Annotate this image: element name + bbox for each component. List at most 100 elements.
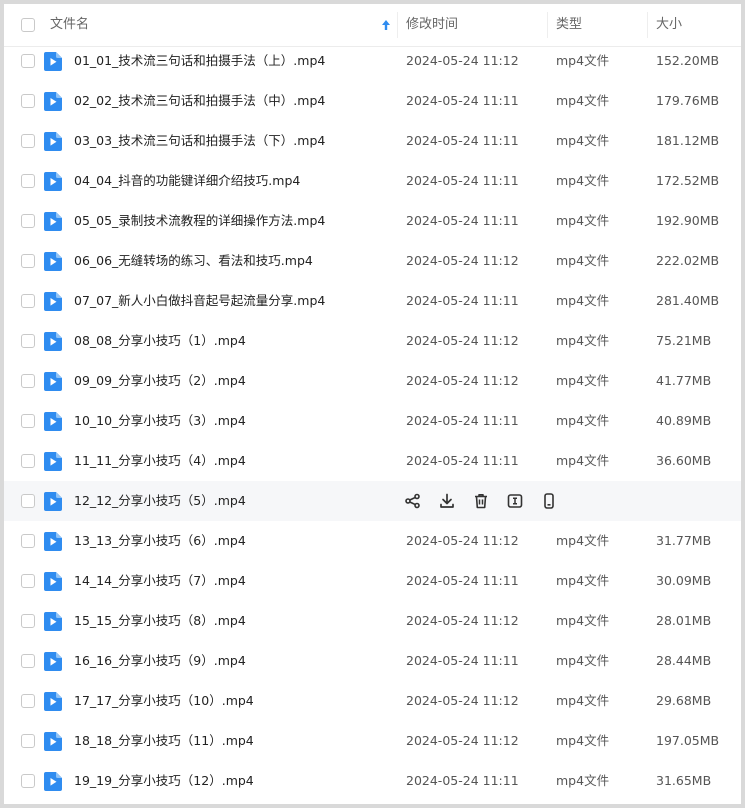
- video-file-icon: [44, 132, 62, 151]
- table-row[interactable]: 07_07_新人小白做抖音起号起流量分享.mp4 2024-05-24 11:11…: [4, 281, 741, 321]
- file-size: 75.21MB: [656, 333, 712, 348]
- table-row[interactable]: 02_02_技术流三句话和拍摄手法（中）.mp4 2024-05-24 11:11…: [4, 81, 741, 121]
- file-type: mp4文件: [556, 693, 610, 708]
- video-file-icon: [44, 332, 62, 351]
- row-checkbox[interactable]: [21, 94, 35, 108]
- row-checkbox[interactable]: [21, 374, 35, 388]
- file-name[interactable]: 03_03_技术流三句话和拍摄手法（下）.mp4: [74, 121, 325, 161]
- column-header-size[interactable]: 大小: [656, 4, 682, 46]
- table-row[interactable]: 19_19_分享小技巧（12）.mp4 2024-05-24 11:11 mp4文件…: [4, 761, 741, 801]
- table-row[interactable]: 18_18_分享小技巧（11）.mp4 2024-05-24 11:12 mp4文件…: [4, 721, 741, 761]
- column-header-date[interactable]: 修改时间: [406, 4, 458, 46]
- video-file-icon: [44, 532, 62, 551]
- file-name[interactable]: 12_12_分享小技巧（5）.mp4: [74, 481, 246, 521]
- modified-time: 2024-05-24 11:12: [406, 373, 519, 388]
- file-name[interactable]: 18_18_分享小技巧（11）.mp4: [74, 721, 254, 761]
- table-row[interactable]: 08_08_分享小技巧（1）.mp4 2024-05-24 11:12 mp4文件 7…: [4, 321, 741, 361]
- video-file-icon: [44, 612, 62, 631]
- table-row[interactable]: 10_10_分享小技巧（3）.mp4 2024-05-24 11:11 mp4文件 4…: [4, 401, 741, 441]
- row-checkbox[interactable]: [21, 454, 35, 468]
- row-checkbox[interactable]: [21, 734, 35, 748]
- row-checkbox[interactable]: [21, 54, 35, 68]
- file-size: 197.05MB: [656, 733, 720, 748]
- video-file-icon: [44, 52, 62, 71]
- video-file-icon: [44, 492, 62, 511]
- row-checkbox[interactable]: [21, 614, 35, 628]
- file-type: mp4文件: [556, 373, 610, 388]
- file-name[interactable]: 14_14_分享小技巧（7）.mp4: [74, 561, 246, 601]
- download-icon[interactable]: [438, 492, 456, 510]
- row-checkbox[interactable]: [21, 134, 35, 148]
- table-row[interactable]: 11_11_分享小技巧（4）.mp4 2024-05-24 11:11 mp4文件 3…: [4, 441, 741, 481]
- file-size: 31.77MB: [656, 533, 712, 548]
- video-file-icon: [44, 292, 62, 311]
- file-size: 41.77MB: [656, 373, 712, 388]
- table-row[interactable]: 05_05_录制技术流教程的详细操作方法.mp4 2024-05-24 11:11…: [4, 201, 741, 241]
- row-checkbox[interactable]: [21, 694, 35, 708]
- phone-icon[interactable]: [540, 492, 558, 510]
- row-checkbox[interactable]: [21, 294, 35, 308]
- select-all-checkbox[interactable]: [21, 18, 35, 32]
- table-row[interactable]: 15_15_分享小技巧（8）.mp4 2024-05-24 11:12 mp4文件 2…: [4, 601, 741, 641]
- file-size: 192.90MB: [656, 213, 720, 228]
- file-name[interactable]: 15_15_分享小技巧（8）.mp4: [74, 601, 246, 641]
- file-size: 281.40MB: [656, 293, 720, 308]
- share-icon[interactable]: [404, 492, 422, 510]
- video-file-icon: [44, 212, 62, 231]
- video-file-icon: [44, 452, 62, 471]
- row-checkbox[interactable]: [21, 414, 35, 428]
- table-row[interactable]: 03_03_技术流三句话和拍摄手法（下）.mp4 2024-05-24 11:11…: [4, 121, 741, 161]
- modified-time: 2024-05-24 11:11: [406, 413, 519, 428]
- file-name[interactable]: 09_09_分享小技巧（2）.mp4: [74, 361, 246, 401]
- file-size: 152.20MB: [656, 53, 720, 68]
- arrow-up-icon[interactable]: [380, 19, 392, 31]
- file-size: 40.89MB: [656, 413, 712, 428]
- file-size: 31.65MB: [656, 773, 712, 788]
- file-name[interactable]: 17_17_分享小技巧（10）.mp4: [74, 681, 254, 721]
- table-row[interactable]: 04_04_抖音的功能键详细介绍技巧.mp4 2024-05-24 11:11 mp…: [4, 161, 741, 201]
- file-name[interactable]: 04_04_抖音的功能键详细介绍技巧.mp4: [74, 161, 300, 201]
- row-checkbox[interactable]: [21, 174, 35, 188]
- row-checkbox[interactable]: [21, 494, 35, 508]
- file-name[interactable]: 10_10_分享小技巧（3）.mp4: [74, 401, 246, 441]
- file-type: mp4文件: [556, 93, 610, 108]
- file-name[interactable]: 07_07_新人小白做抖音起号起流量分享.mp4: [74, 281, 325, 321]
- table-row[interactable]: 14_14_分享小技巧（7）.mp4 2024-05-24 11:11 mp4文件 3…: [4, 561, 741, 601]
- row-checkbox[interactable]: [21, 254, 35, 268]
- table-row[interactable]: 17_17_分享小技巧（10）.mp4 2024-05-24 11:12 mp4文件…: [4, 681, 741, 721]
- table-row[interactable]: 16_16_分享小技巧（9）.mp4 2024-05-24 11:11 mp4文件 2…: [4, 641, 741, 681]
- file-type: mp4文件: [556, 773, 610, 788]
- file-list-panel: 文件名 修改时间 类型 大小 01_01_技术流三句话和拍摄手法（上）.mp4 2…: [4, 4, 741, 804]
- rename-icon[interactable]: [506, 492, 524, 510]
- file-name[interactable]: 11_11_分享小技巧（4）.mp4: [74, 441, 246, 481]
- file-type: mp4文件: [556, 333, 610, 348]
- row-checkbox[interactable]: [21, 654, 35, 668]
- table-row[interactable]: 01_01_技术流三句话和拍摄手法（上）.mp4 2024-05-24 11:12…: [4, 41, 741, 81]
- file-name[interactable]: 01_01_技术流三句话和拍摄手法（上）.mp4: [74, 41, 325, 81]
- file-name[interactable]: 13_13_分享小技巧（6）.mp4: [74, 521, 246, 561]
- file-name[interactable]: 16_16_分享小技巧（9）.mp4: [74, 641, 246, 681]
- column-header-type[interactable]: 类型: [556, 4, 582, 46]
- row-checkbox[interactable]: [21, 534, 35, 548]
- row-checkbox[interactable]: [21, 574, 35, 588]
- file-type: mp4文件: [556, 733, 610, 748]
- column-header-name[interactable]: 文件名: [50, 4, 89, 46]
- file-name[interactable]: 19_19_分享小技巧（12）.mp4: [74, 761, 254, 801]
- table-row[interactable]: 06_06_无缝转场的练习、看法和技巧.mp4 2024-05-24 11:12 m…: [4, 241, 741, 281]
- table-row[interactable]: 12_12_分享小技巧（5）.mp4: [4, 481, 741, 521]
- row-checkbox[interactable]: [21, 334, 35, 348]
- row-checkbox[interactable]: [21, 214, 35, 228]
- row-checkbox[interactable]: [21, 774, 35, 788]
- table-row[interactable]: 09_09_分享小技巧（2）.mp4 2024-05-24 11:12 mp4文件 4…: [4, 361, 741, 401]
- modified-time: 2024-05-24 11:12: [406, 733, 519, 748]
- file-type: mp4文件: [556, 413, 610, 428]
- table-row[interactable]: 13_13_分享小技巧（6）.mp4 2024-05-24 11:12 mp4文件 3…: [4, 521, 741, 561]
- modified-time: 2024-05-24 11:11: [406, 133, 519, 148]
- video-file-icon: [44, 252, 62, 271]
- file-name[interactable]: 06_06_无缝转场的练习、看法和技巧.mp4: [74, 241, 313, 281]
- file-size: 28.01MB: [656, 613, 712, 628]
- delete-icon[interactable]: [472, 492, 490, 510]
- file-name[interactable]: 08_08_分享小技巧（1）.mp4: [74, 321, 246, 361]
- file-name[interactable]: 05_05_录制技术流教程的详细操作方法.mp4: [74, 201, 325, 241]
- file-name[interactable]: 02_02_技术流三句话和拍摄手法（中）.mp4: [74, 81, 325, 121]
